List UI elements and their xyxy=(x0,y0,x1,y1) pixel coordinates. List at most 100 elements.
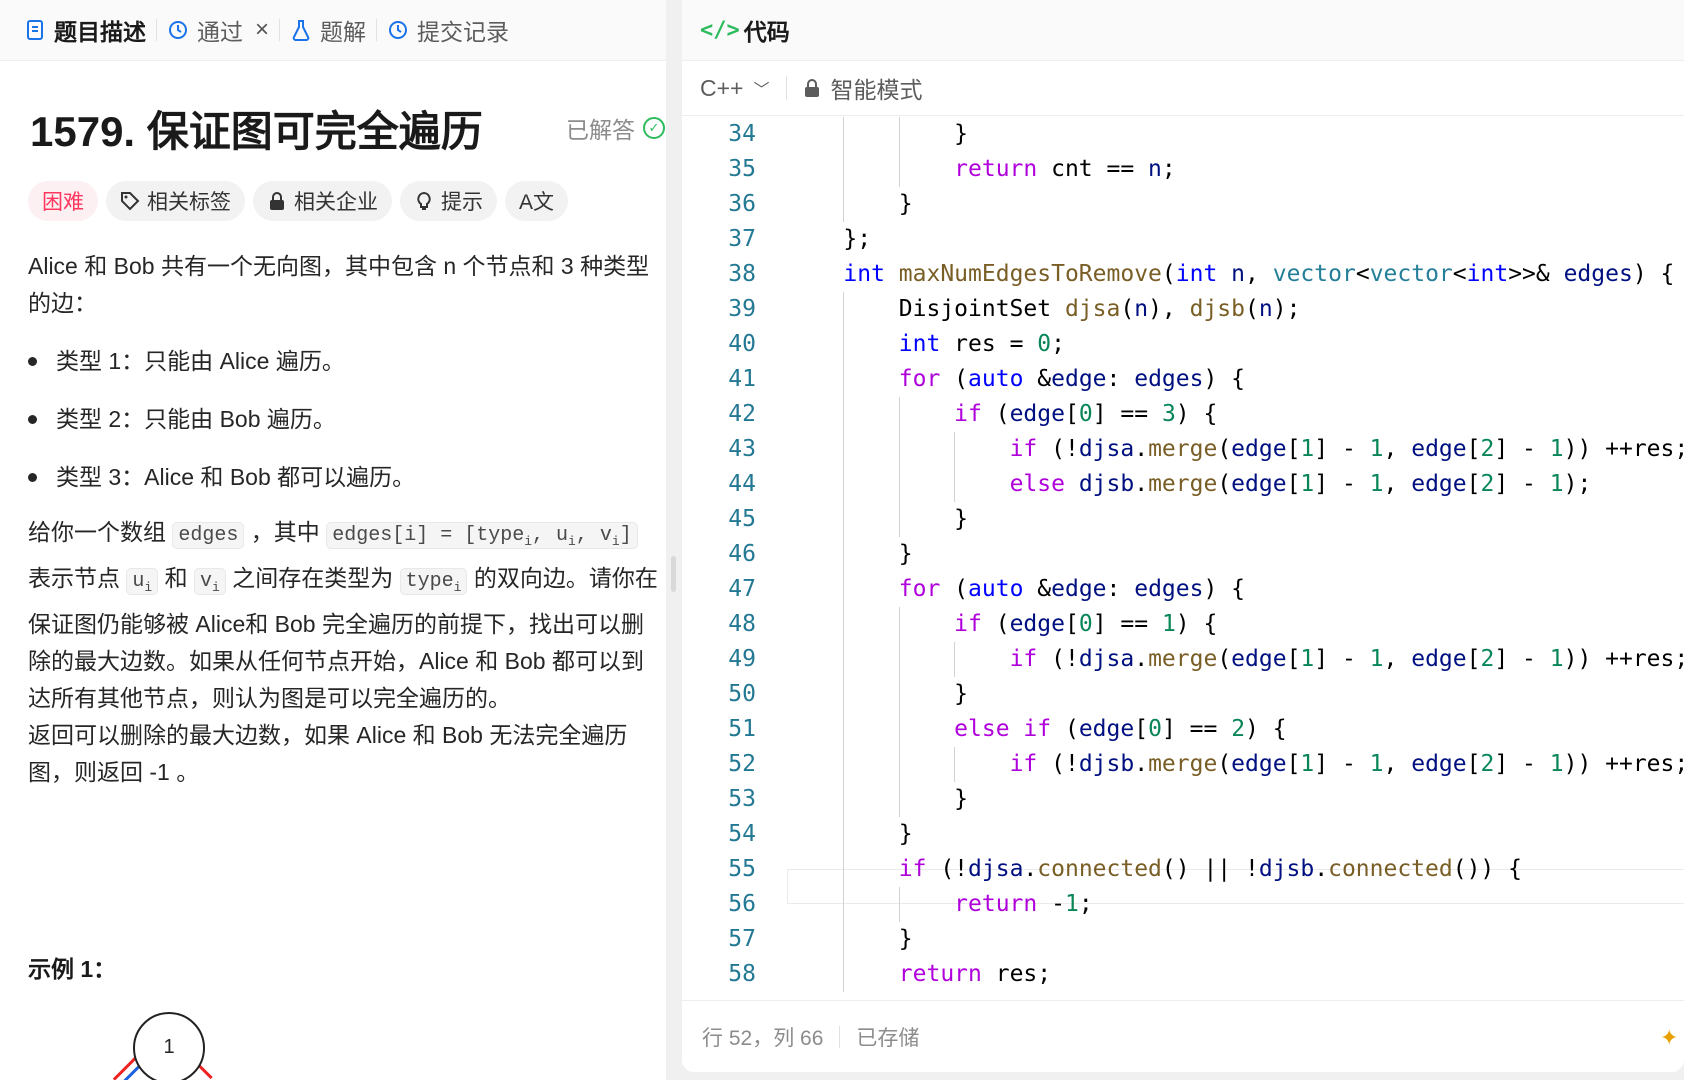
problem-tabs: 题目描述 通过 × 题解 提交记录 xyxy=(0,0,666,61)
check-circle-icon: ✓ xyxy=(643,117,665,139)
code-line[interactable]: 41 for (auto &edge: edges) { xyxy=(682,362,1684,397)
inline-code: edges[i] = [typei, ui, vi] xyxy=(326,522,638,549)
code-line[interactable]: 56 return -1; xyxy=(682,887,1684,922)
text-span: ，其中 xyxy=(244,519,327,545)
code-text: for (auto &edge: edges) { xyxy=(898,576,1246,602)
code-line[interactable]: 45 } xyxy=(682,502,1684,537)
text-span: 给你一个数组 xyxy=(28,519,173,545)
code-line[interactable]: 40 int res = 0; xyxy=(682,327,1684,362)
code-subscript: i xyxy=(524,534,533,549)
code-line[interactable]: 37 }; xyxy=(682,222,1684,257)
line-number: 43 xyxy=(728,436,756,462)
code-text: } xyxy=(788,821,913,847)
editor-status-bar: 行 52，列 66 已存储 ✦ xyxy=(682,1000,1684,1072)
history-icon xyxy=(389,21,408,39)
code-panel-title: 代码 xyxy=(743,19,790,45)
graph-node: 1 xyxy=(133,1012,205,1080)
tab-passed[interactable]: 通过 × xyxy=(157,0,279,60)
lock-icon xyxy=(804,79,819,97)
companies-button[interactable]: 相关企业 xyxy=(253,181,392,221)
code-line[interactable]: 48 if (edge[0] == 1) { xyxy=(682,607,1684,642)
lock-icon xyxy=(270,192,284,210)
indent-guide xyxy=(898,397,900,537)
inline-code: typei xyxy=(399,568,468,595)
code-subscript: i xyxy=(568,534,576,549)
line-number: 56 xyxy=(728,891,756,917)
code-text: return cnt == n; xyxy=(954,156,1176,182)
tab-submissions-label: 提交记录 xyxy=(417,19,510,45)
code-line[interactable]: 38 int maxNumEdgesToRemove(int n, vector… xyxy=(682,257,1684,292)
code-line[interactable]: 39 DisjointSet djsa(n), djsb(n); xyxy=(682,292,1684,327)
indent-guide xyxy=(954,747,956,782)
resize-handle[interactable] xyxy=(671,556,676,592)
code-text: } xyxy=(788,121,969,147)
line-number: 36 xyxy=(728,191,756,217)
toolbar-separator xyxy=(785,76,787,100)
code-line[interactable]: 43 if (!djsa.merge(edge[1] - 1, edge[2] … xyxy=(682,432,1684,467)
indent-guide xyxy=(843,117,845,222)
code-text: return -1; xyxy=(954,891,1093,917)
indent-guide xyxy=(898,607,900,817)
hints-button[interactable]: 提示 xyxy=(400,181,497,221)
problem-tags: 困难 相关标签 相关企业 提示 A文 xyxy=(28,181,569,221)
inline-code: ui xyxy=(126,568,159,595)
close-icon[interactable]: × xyxy=(255,16,269,44)
code-text: if (!djsa.merge(edge[1] - 1, edge[2] - 1… xyxy=(1009,646,1684,672)
code-line[interactable]: 46 } xyxy=(682,537,1684,572)
line-number: 42 xyxy=(728,401,756,427)
code-line[interactable]: 47 for (auto &edge: edges) { xyxy=(682,572,1684,607)
code-line[interactable]: 58 return res; xyxy=(682,957,1684,992)
code-text: ] xyxy=(619,524,632,547)
language-select[interactable]: C++ ﹀ xyxy=(700,75,770,102)
tab-description[interactable]: 题目描述 xyxy=(0,0,156,60)
line-number: 58 xyxy=(728,961,756,987)
code-text: for (auto &edge: edges) { xyxy=(898,366,1246,392)
tab-passed-label: 通过 xyxy=(197,19,243,45)
translate-button[interactable]: A文 xyxy=(505,181,569,221)
indent-guide xyxy=(898,117,900,187)
code-editor[interactable]: 34 } 35 return cnt == n; 36 } 37 }; 38 int m… xyxy=(682,116,1684,1000)
code-text: else djsb.merge(edge[1] - 1, edge[2] - 1… xyxy=(1009,471,1592,497)
code-line[interactable]: 35 return cnt == n; xyxy=(682,152,1684,187)
line-number: 55 xyxy=(728,856,756,882)
tab-submissions[interactable]: 提交记录 xyxy=(377,0,519,60)
inline-code: vi xyxy=(194,568,226,595)
code-line[interactable]: 51 else if (edge[0] == 2) { xyxy=(682,712,1684,747)
problem-description: Alice 和 Bob 共有一个无向图，其中包含 n 个节点和 3 种类型的边：… xyxy=(28,248,662,791)
code-text: } xyxy=(788,506,969,532)
line-number: 45 xyxy=(728,506,756,532)
flask-icon xyxy=(292,20,310,41)
assistant-icon[interactable]: ✦ xyxy=(1660,1025,1684,1051)
line-number: 51 xyxy=(728,716,756,742)
line-number: 52 xyxy=(728,751,756,777)
code-line[interactable]: 53 } xyxy=(682,782,1684,817)
code-line[interactable]: 52 if (!djsb.merge(edge[1] - 1, edge[2] … xyxy=(682,747,1684,782)
code-line[interactable]: 54 } xyxy=(682,817,1684,852)
language-label: C++ xyxy=(700,74,744,101)
description-paragraph: 给你一个数组 edges ，其中 edges[i] = [typei, ui, … xyxy=(28,514,662,717)
tab-solutions[interactable]: 题解 xyxy=(280,0,376,60)
code-line[interactable]: 50 } xyxy=(682,677,1684,712)
code-text: else if (edge[0] == 2) { xyxy=(954,716,1287,742)
code-line[interactable]: 57 } xyxy=(682,922,1684,957)
code-text: edges[i] = [type xyxy=(332,524,525,547)
code-line[interactable]: 36 } xyxy=(682,187,1684,222)
line-number: 37 xyxy=(728,226,756,252)
description-paragraph: Alice 和 Bob 共有一个无向图，其中包含 n 个节点和 3 种类型的边： xyxy=(28,253,650,316)
code-line[interactable]: 44 else djsb.merge(edge[1] - 1, edge[2] … xyxy=(682,467,1684,502)
code-line[interactable]: 42 if (edge[0] == 3) { xyxy=(682,397,1684,432)
indent-guide xyxy=(843,292,845,992)
problem-panel: 题目描述 通过 × 题解 提交记录 1579. 保证图可完全遍历 已解答 ✓ 困… xyxy=(0,0,666,1080)
code-line[interactable]: 55 if (!djsa.connected() || !djsb.connec… xyxy=(682,852,1684,887)
difficulty-badge[interactable]: 困难 xyxy=(28,181,98,221)
code-line[interactable]: 34 } xyxy=(682,117,1684,152)
text-span: 和 xyxy=(158,565,194,591)
line-number: 35 xyxy=(728,156,756,182)
related-tags-button[interactable]: 相关标签 xyxy=(106,181,245,221)
code-text: type xyxy=(405,570,454,593)
code-line[interactable]: 49 if (!djsa.merge(edge[1] - 1, edge[2] … xyxy=(682,642,1684,677)
solved-status: 已解答 ✓ xyxy=(566,111,665,145)
line-number: 34 xyxy=(728,121,756,147)
chevron-down-icon: ﹀ xyxy=(753,82,770,99)
smart-mode-button[interactable]: 智能模式 xyxy=(803,71,923,105)
